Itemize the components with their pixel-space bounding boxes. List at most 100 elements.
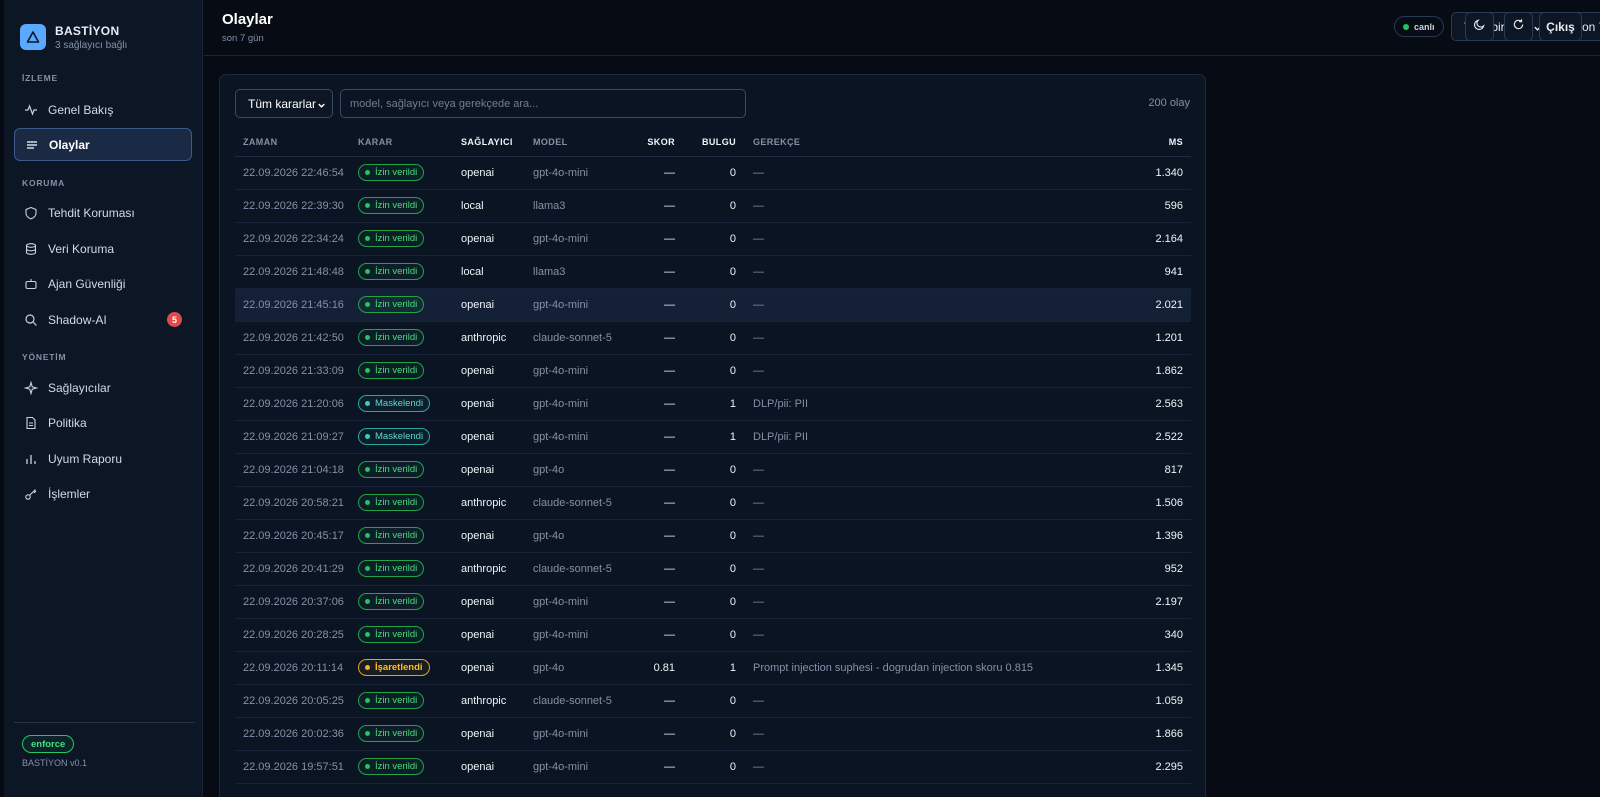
cell-decision: İzin verildi xyxy=(358,684,461,718)
cell-findings: 0 xyxy=(675,717,736,751)
cell-time: 22.09.2026 19:57:51 xyxy=(235,750,358,784)
cell-model: claude-sonnet-5 xyxy=(533,552,625,586)
refresh-icon xyxy=(1512,18,1525,36)
cell-model: gpt-4o-mini xyxy=(533,420,625,454)
column-header-findings[interactable]: BULGU xyxy=(675,129,736,157)
table-row[interactable]: 22.09.2026 20:45:17 İzin verildi openai gpt… xyxy=(235,519,1191,553)
sidebar-item-shadow-ai[interactable]: Shadow-AI 5 xyxy=(14,303,192,336)
column-header-model[interactable]: MODEL xyxy=(533,129,625,157)
refresh-button[interactable] xyxy=(1504,12,1533,41)
column-header-time[interactable]: ZAMAN xyxy=(235,129,358,157)
sidebar-item-label: Ajan Güvenliği xyxy=(48,276,126,291)
page-title: Olaylar xyxy=(222,11,273,28)
cell-time: 22.09.2026 22:39:30 xyxy=(235,189,358,223)
decision-label: Maskelendi xyxy=(375,431,424,442)
table-row[interactable]: 22.09.2026 21:45:16 İzin verildi openai gpt… xyxy=(235,288,1191,322)
table-row[interactable]: 22.09.2026 20:37:06 İzin verildi openai gpt… xyxy=(235,585,1191,619)
cell-reason: — xyxy=(736,717,1111,751)
section-label-management: YÖNETİM xyxy=(22,352,67,362)
sidebar-item-operations[interactable]: İşlemler xyxy=(14,477,192,510)
sidebar-divider xyxy=(14,722,195,723)
logo-icon xyxy=(20,24,46,50)
sidebar-item-agent-security[interactable]: Ajan Güvenliği xyxy=(14,267,192,300)
column-header-reason[interactable]: GEREKÇE xyxy=(736,129,1111,157)
sidebar-item-policy[interactable]: Politika xyxy=(14,406,192,439)
decision-badge: Maskelendi xyxy=(358,395,431,412)
status-dot-icon xyxy=(365,302,370,307)
cell-decision: İzin verildi xyxy=(358,354,461,388)
event-count: 200 olay xyxy=(1148,97,1190,109)
cell-model: claude-sonnet-5 xyxy=(533,486,625,520)
database-icon xyxy=(24,242,38,256)
cell-score: — xyxy=(625,321,675,355)
cell-score: — xyxy=(625,222,675,256)
decision-badge: Maskelendi xyxy=(358,428,431,445)
sidebar-item-threat-protection[interactable]: Tehdit Koruması xyxy=(14,196,192,229)
cell-ms: 2.164 xyxy=(1111,222,1191,256)
table-row[interactable]: 22.09.2026 20:11:14 İşaretlendi openai gpt-… xyxy=(235,651,1191,685)
column-header-decision[interactable]: KARAR xyxy=(358,129,461,157)
search-input[interactable]: model, sağlayıcı veya gerekçede ara... xyxy=(340,89,746,118)
shield-icon xyxy=(24,206,38,220)
table-row[interactable]: 22.09.2026 21:20:06 Maskelendi openai gpt-4… xyxy=(235,387,1191,421)
notification-badge: 5 xyxy=(167,312,182,327)
theme-toggle-button[interactable] xyxy=(1465,12,1494,41)
decision-label: İzin verildi xyxy=(375,299,418,310)
cell-findings: 0 xyxy=(675,222,736,256)
events-table: ZAMAN KARAR SAĞLAYICI MODEL SKOR BULGU G… xyxy=(235,129,1191,784)
cell-reason: — xyxy=(736,288,1111,322)
table-row[interactable]: 22.09.2026 22:46:54 İzin verildi openai gpt… xyxy=(235,156,1191,190)
sidebar-item-data-protection[interactable]: Veri Koruma xyxy=(14,232,192,265)
sidebar-item-label: Shadow-AI xyxy=(48,312,107,327)
key-icon xyxy=(24,487,38,501)
cell-reason: — xyxy=(736,519,1111,553)
status-dot-icon xyxy=(365,434,370,439)
decision-badge: İzin verildi xyxy=(358,230,425,247)
status-dot-icon xyxy=(365,170,370,175)
decision-label: İzin verildi xyxy=(375,629,418,640)
sidebar-item-providers[interactable]: Sağlayıcılar xyxy=(14,371,192,404)
decision-label: İzin verildi xyxy=(375,563,418,574)
table-row[interactable]: 22.09.2026 22:34:24 İzin verildi openai gpt… xyxy=(235,222,1191,256)
logout-button[interactable]: Çıkış xyxy=(1539,12,1582,41)
sidebar-item-overview[interactable]: Genel Bakış xyxy=(14,93,192,126)
table-row[interactable]: 22.09.2026 20:58:21 İzin verildi anthropic… xyxy=(235,486,1191,520)
table-row[interactable]: 22.09.2026 20:05:25 İzin verildi anthropic… xyxy=(235,684,1191,718)
cell-score: — xyxy=(625,717,675,751)
column-header-score[interactable]: SKOR xyxy=(625,129,675,157)
status-dot-icon xyxy=(365,368,370,373)
status-dot-icon xyxy=(365,566,370,571)
table-row[interactable]: 22.09.2026 22:39:30 İzin verildi local llam… xyxy=(235,189,1191,223)
column-header-ms[interactable]: MS xyxy=(1111,129,1191,157)
column-header-provider[interactable]: SAĞLAYICI xyxy=(461,129,533,157)
cell-time: 22.09.2026 20:45:17 xyxy=(235,519,358,553)
status-dot-icon xyxy=(365,533,370,538)
cell-model: llama3 xyxy=(533,255,625,289)
table-row[interactable]: 22.09.2026 21:33:09 İzin verildi openai gpt… xyxy=(235,354,1191,388)
table-row[interactable]: 22.09.2026 20:28:25 İzin verildi openai gpt… xyxy=(235,618,1191,652)
table-row[interactable]: 22.09.2026 21:48:48 İzin verildi local llam… xyxy=(235,255,1191,289)
status-dot-icon xyxy=(365,731,370,736)
table-row[interactable]: 22.09.2026 20:41:29 İzin verildi anthropic… xyxy=(235,552,1191,586)
cell-ms: 340 xyxy=(1111,618,1191,652)
table-row[interactable]: 22.09.2026 21:04:18 İzin verildi openai gpt… xyxy=(235,453,1191,487)
status-dot-icon xyxy=(365,236,370,241)
cell-reason: — xyxy=(736,255,1111,289)
table-row[interactable]: 22.09.2026 19:57:51 İzin verildi openai gpt… xyxy=(235,750,1191,784)
chevron-down-icon xyxy=(317,99,326,113)
cell-score: — xyxy=(625,156,675,190)
cell-ms: 1.059 xyxy=(1111,684,1191,718)
sidebar-item-events[interactable]: Olaylar xyxy=(14,128,192,161)
live-label: canlı xyxy=(1414,21,1435,32)
sidebar-item-label: Uyum Raporu xyxy=(48,451,123,466)
cell-model: gpt-4o-mini xyxy=(533,750,625,784)
sidebar-item-compliance-report[interactable]: Uyum Raporu xyxy=(14,442,192,475)
cell-provider: local xyxy=(461,189,533,223)
cell-time: 22.09.2026 21:33:09 xyxy=(235,354,358,388)
table-row[interactable]: 22.09.2026 21:42:50 İzin verildi anthropic… xyxy=(235,321,1191,355)
table-row[interactable]: 22.09.2026 20:02:36 İzin verildi openai gpt… xyxy=(235,717,1191,751)
table-row[interactable]: 22.09.2026 21:09:27 Maskelendi openai gpt-4… xyxy=(235,420,1191,454)
sidebar-item-label: Sağlayıcılar xyxy=(48,380,111,395)
cell-time: 22.09.2026 20:41:29 xyxy=(235,552,358,586)
decision-filter-select[interactable]: Tüm kararlar xyxy=(235,89,333,118)
